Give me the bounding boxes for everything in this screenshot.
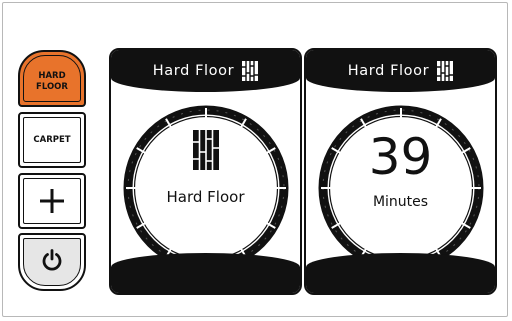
carpet-button-inner: CARPET [23,117,81,163]
panel-title: Hard Floor [152,63,235,79]
hard-floor-large-icon [192,130,219,170]
runtime-unit: Minutes [372,194,429,210]
panel-footer [111,253,300,293]
runtime-value: 39 [368,128,433,186]
hard-floor-icon [437,61,454,81]
runtime-display-panel: Hard Floor 39 Minutes [304,48,497,295]
carpet-button[interactable]: CARPET [18,112,86,168]
power-icon [42,249,62,271]
panel-title: Hard Floor [347,63,430,79]
plus-icon [40,189,64,213]
carpet-button-label: CARPET [33,135,71,145]
hard-floor-button-label: HARD FLOOR [36,70,68,92]
panel-header: Hard Floor [111,50,300,92]
power-button[interactable] [18,233,86,291]
hard-floor-button-inner: HARD FLOOR [23,55,81,102]
mode-display-panel: Hard Floor Hard Floor [109,48,302,295]
hard-floor-button[interactable]: HARD FLOOR [18,50,86,107]
panel-footer [306,253,495,293]
plus-button[interactable] [18,173,86,229]
mode-label: Hard Floor [166,188,245,206]
hard-floor-icon [242,61,259,81]
power-button-inner [23,238,81,286]
panel-header: Hard Floor [306,50,495,92]
plus-button-inner [23,178,81,224]
